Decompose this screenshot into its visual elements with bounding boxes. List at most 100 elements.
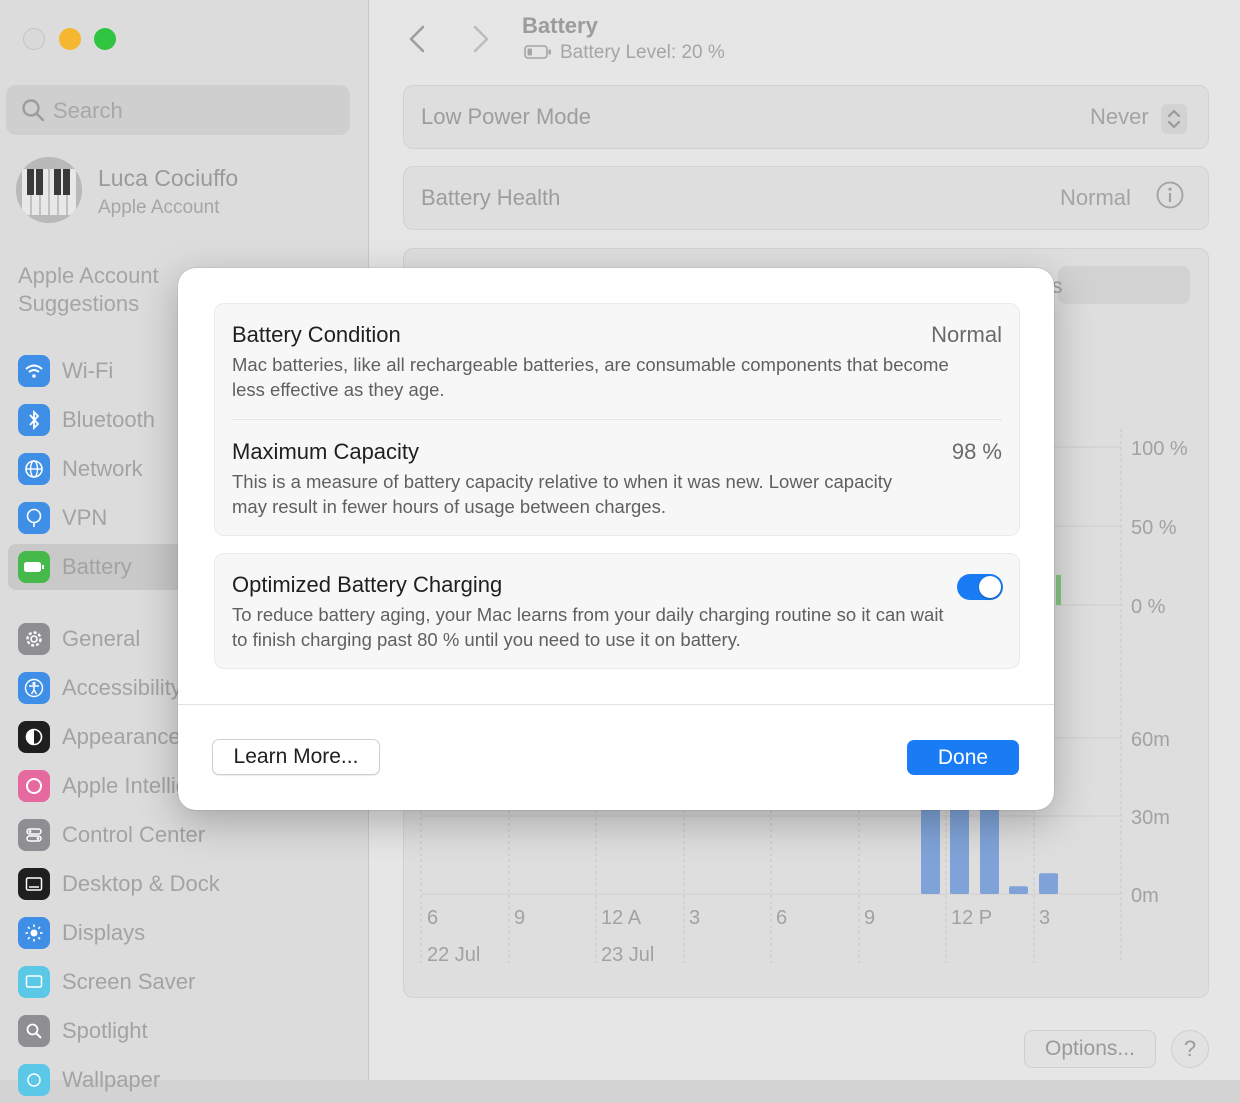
search-field[interactable]: Search xyxy=(6,85,350,135)
vpn-icon xyxy=(18,502,50,534)
battery-details-group: Battery Condition Normal Mac batteries, … xyxy=(214,303,1020,536)
maximum-capacity-value: 98 % xyxy=(951,439,1002,464)
back-chevron-icon[interactable] xyxy=(402,22,432,56)
sidebar-item-label: Screen Saver xyxy=(62,969,196,994)
system-settings-window: Search Luca Cociuffo Apple Account Apple… xyxy=(0,0,1240,1096)
displays-icon xyxy=(18,917,50,949)
usage-bar xyxy=(1009,886,1028,894)
level-axis-label: 50 % xyxy=(1131,517,1177,539)
optimized-charging-group: Optimized Battery Charging To reduce bat… xyxy=(214,553,1020,669)
toggle-knob xyxy=(979,576,1001,598)
optimized-charging-toggle[interactable] xyxy=(957,574,1003,600)
battery-health-value: Normal xyxy=(1060,185,1131,210)
sidebar-item-label: Battery xyxy=(62,554,132,579)
info-icon[interactable] xyxy=(1156,181,1184,209)
usage-axis-label: 0m xyxy=(1131,885,1159,907)
bluetooth-icon xyxy=(18,404,50,436)
battery-level-text: Battery Level: 20 % xyxy=(560,42,725,63)
learn-more-button[interactable]: Learn More... xyxy=(212,739,380,775)
sidebar-item-desktop-dock[interactable]: Desktop & Dock xyxy=(8,861,360,907)
sidebar-item-label: General xyxy=(62,626,141,651)
low-power-mode-row: Low Power Mode Never xyxy=(403,85,1209,149)
wifi-icon xyxy=(18,355,50,387)
search-placeholder: Search xyxy=(53,98,123,123)
account-subtitle: Apple Account xyxy=(98,197,220,218)
wallpaper-icon xyxy=(18,1064,50,1096)
usage-axis-label: 30m xyxy=(1131,807,1170,829)
gear-icon xyxy=(18,623,50,655)
appearance-icon xyxy=(18,721,50,753)
piano-keys-icon xyxy=(16,157,82,223)
usage-bar xyxy=(1039,873,1058,894)
sheet-footer-divider xyxy=(178,704,1054,705)
battery-health-row: Battery Health Normal xyxy=(403,166,1209,230)
date-label: 23 Jul xyxy=(601,944,654,966)
page-title: Battery xyxy=(522,13,598,38)
sidebar-item-control-center[interactable]: Control Center xyxy=(8,812,360,858)
sidebar-item-label: VPN xyxy=(62,505,108,530)
usage-axis-label: 60m xyxy=(1131,729,1170,751)
sidebar-item-screen-saver[interactable]: Screen Saver xyxy=(8,959,360,1005)
sidebar-item-displays[interactable]: Displays xyxy=(8,910,360,956)
battery-icon xyxy=(18,551,50,583)
x-tick-label: 6 xyxy=(776,907,787,929)
minimize-window-button[interactable] xyxy=(59,28,81,50)
x-tick-label: 3 xyxy=(689,907,700,929)
control-center-icon xyxy=(18,819,50,851)
sidebar-item-label: Wi-Fi xyxy=(62,358,114,383)
sidebar-item-label: Spotlight xyxy=(62,1018,148,1043)
level-axis-label: 0 % xyxy=(1131,596,1166,618)
zoom-window-button[interactable] xyxy=(94,28,116,50)
sidebar-item-label: Appearance xyxy=(62,724,181,749)
low-power-mode-label: Low Power Mode xyxy=(421,104,591,129)
battery-health-label: Battery Health xyxy=(421,185,561,210)
maximum-capacity-description: This is a measure of battery capacity re… xyxy=(232,471,893,517)
sidebar-item-label: Control Center xyxy=(62,822,206,847)
sidebar-item-wallpaper[interactable]: Wallpaper xyxy=(8,1057,360,1103)
row-separator xyxy=(232,419,1002,420)
sidebar-item-label: Desktop & Dock xyxy=(62,871,220,896)
battery-health-sheet: Battery Condition Normal Mac batteries, … xyxy=(178,268,1054,810)
close-window-button[interactable] xyxy=(23,28,45,50)
level-axis-label: 100 % xyxy=(1131,438,1188,460)
screensaver-icon xyxy=(18,966,50,998)
battery-condition-value: Normal xyxy=(931,322,1002,347)
sidebar-item-label: Wallpaper xyxy=(62,1067,161,1092)
dock-icon xyxy=(18,868,50,900)
forward-chevron-icon[interactable] xyxy=(466,22,496,56)
avatar xyxy=(16,157,82,223)
maximum-capacity-title: Maximum Capacity xyxy=(232,439,420,464)
apple-account-row[interactable]: Luca Cociuffo Apple Account xyxy=(16,155,356,227)
x-tick-label: 12 P xyxy=(951,907,992,929)
options-button[interactable]: Options... xyxy=(1024,1030,1156,1068)
accessibility-icon xyxy=(18,672,50,704)
segmented-control-tab[interactable] xyxy=(1058,266,1190,304)
sidebar-item-label: Network xyxy=(62,456,143,481)
x-tick-label: 12 A xyxy=(601,907,642,929)
account-name: Luca Cociuffo xyxy=(98,165,239,191)
battery-level-icon xyxy=(524,45,551,59)
sidebar-item-spotlight[interactable]: Spotlight xyxy=(8,1008,360,1054)
optimized-charging-title: Optimized Battery Charging xyxy=(232,572,503,597)
chevron-up-down-icon[interactable] xyxy=(1161,104,1187,134)
x-tick-label: 6 xyxy=(427,907,438,929)
x-tick-label: 9 xyxy=(514,907,525,929)
globe-icon xyxy=(18,453,50,485)
sidebar-item-label: Displays xyxy=(62,920,146,945)
apple-account-suggestions[interactable]: Apple Account Suggestions xyxy=(18,262,198,318)
sidebar-item-label: Accessibility xyxy=(62,675,182,700)
help-button[interactable]: ? xyxy=(1171,1030,1209,1068)
sidebar-item-label: Bluetooth xyxy=(62,407,155,432)
x-tick-label: 9 xyxy=(864,907,875,929)
battery-condition-description: Mac batteries, like all rechargeable bat… xyxy=(232,354,949,400)
siri-icon xyxy=(18,770,50,802)
low-power-mode-value[interactable]: Never xyxy=(1090,104,1149,130)
spotlight-icon xyxy=(18,1015,50,1047)
done-button[interactable]: Done xyxy=(907,740,1019,775)
x-tick-label: 3 xyxy=(1039,907,1050,929)
battery-level-bar xyxy=(1056,575,1061,605)
battery-condition-title: Battery Condition xyxy=(232,322,401,347)
optimized-charging-description: To reduce battery aging, your Mac learns… xyxy=(232,604,944,650)
date-label: 22 Jul xyxy=(427,944,480,966)
search-icon xyxy=(22,99,45,122)
